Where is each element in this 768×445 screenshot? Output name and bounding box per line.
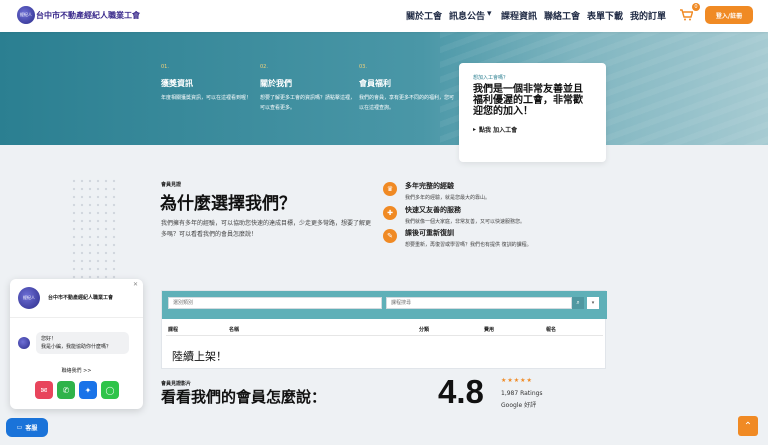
search-bar: ⌕ ▾ — [162, 291, 607, 319]
google-reviews-label: Google 好評 — [501, 402, 537, 409]
reason-title: 多年完整的經驗 — [405, 182, 454, 190]
phone-icon[interactable]: ✆ — [57, 381, 75, 399]
line-icon[interactable]: ◯ — [101, 381, 119, 399]
back-to-top-icon[interactable]: ⌃ — [738, 416, 758, 436]
logo[interactable]: 經紀人 — [17, 6, 35, 24]
email-icon[interactable]: ✉ — [35, 381, 53, 399]
nav-label: 關於工會 — [406, 12, 443, 22]
rating-score: 4.8 — [438, 373, 484, 410]
nav-item-news[interactable]: 訊息公告 ▾ — [449, 9, 492, 22]
join-union-card: 想加入工會嗎？ 我們是一個非常友善並且福利優渥的工會，非常歡迎您的加入！ ▸ 點… — [459, 63, 606, 162]
nav-label: 表單下載 — [587, 12, 624, 22]
feature-title: 獲獎資訊 — [161, 79, 193, 88]
chat-icon: ▭ — [16, 424, 23, 431]
reason-desc: 想要重新，再復習或學習嗎？我們也有提供 復訓的課程。 — [405, 242, 532, 248]
course-search-panel: ⌕ ▾ 課程 名稱 分類 費用 報名 陸續上架！ — [161, 290, 607, 369]
column-header: 課程 — [168, 327, 179, 333]
contact-icons: ✉ ✆ ✦ ◯ — [35, 381, 119, 399]
contact-us-link[interactable]: 聯絡我們 >> — [10, 367, 143, 374]
greeting-line: 我是小編，我能協助你什麼嗎？ — [41, 344, 112, 350]
table-header: 課程 名稱 分類 費用 報名 — [162, 324, 607, 334]
divider — [10, 317, 143, 318]
reason-title: 課後可重新復訓 — [405, 229, 454, 237]
reason-desc: 我們多年的經驗，就是您最大的靠山。 — [405, 195, 491, 201]
join-link[interactable]: ▸ 點我 加入工會 — [473, 125, 592, 134]
cart-icon-svg — [680, 9, 694, 21]
reviews-title: 看看我們的會員怎麼說： — [161, 388, 327, 406]
chevron-down-icon[interactable]: ▾ — [587, 297, 599, 309]
dot-pattern-decoration — [70, 177, 116, 281]
cart-icon[interactable] — [680, 9, 694, 24]
feature-awards[interactable]: 01. 獲獎資訊 年度相關獲獎資訊，可以在這裡看到喔！ — [161, 64, 256, 103]
column-header: 名稱 — [229, 327, 240, 333]
site-header: 經紀人 台中市不動產經紀人職業工會 關於工會 訊息公告 ▾ 課程資訊 聯絡工會 表… — [0, 0, 768, 32]
nav-label: 聯絡工會 — [544, 12, 581, 22]
nav-item-forms[interactable]: 表單下載 — [587, 9, 623, 22]
join-title: 我們是一個非常友善並且福利優渥的工會，非常歡迎您的加入！ — [473, 84, 583, 117]
feature-desc: 年度相關獲獎資訊，可以在這裡看到喔！ — [161, 95, 252, 101]
feature-about[interactable]: 02. 關於我們 想要了解更多工會的資訊嗎？請點擊這裡，可以查看更多。 — [260, 64, 355, 113]
cart-count-badge: 0 — [692, 3, 700, 11]
divider — [166, 335, 603, 336]
avatar — [18, 337, 30, 349]
close-icon[interactable]: ✕ — [133, 281, 138, 288]
empty-message: 陸續上架！ — [172, 350, 227, 363]
logo-text: 經紀人 — [20, 12, 32, 17]
feature-desc: 我們的會員，享有更多不同的的福利，您可以在這裡查詢。 — [359, 95, 455, 111]
chat-widget: ✕ 經紀人 台中市不動產經紀人職業工會 您好！ 我是小編，我能協助你什麼嗎？ 聯… — [10, 279, 143, 409]
nav-label: 我的訂單 — [630, 12, 667, 22]
join-subtitle: 想加入工會嗎？ — [473, 75, 509, 81]
chevron-down-icon: ▾ — [487, 9, 492, 19]
join-link-label: 點我 加入工會 — [479, 127, 518, 134]
avatar-text: 經紀人 — [23, 295, 35, 300]
nav-item-contact[interactable]: 聯絡工會 — [544, 9, 580, 22]
feature-number: 02. — [260, 64, 268, 70]
course-search-input[interactable] — [386, 297, 572, 309]
reason-desc: 我們就像一個大家庭，非常友善，又可以快速服務您。 — [405, 219, 526, 225]
feature-number: 03. — [359, 64, 367, 70]
chat-org-name: 台中市不動產經紀人職業工會 — [48, 295, 114, 301]
service-icon: ✚ — [383, 206, 397, 220]
feature-title: 關於我們 — [260, 79, 292, 88]
brand-name[interactable]: 台中市不動產經紀人職業工會 — [36, 10, 140, 21]
customer-service-button[interactable]: ▭ 客服 — [6, 418, 48, 437]
category-select[interactable] — [168, 297, 382, 309]
greeting-line: 您好！ — [41, 336, 57, 342]
column-header: 費用 — [484, 327, 495, 333]
feature-number: 01. — [161, 64, 169, 70]
feature-title: 會員福利 — [359, 79, 391, 88]
feature-benefits[interactable]: 03. 會員福利 我們的會員，享有更多不同的的福利，您可以在這裡查詢。 — [359, 64, 454, 113]
feature-desc: 想要了解更多工會的資訊嗎？請點擊這裡，可以查看更多。 — [260, 95, 356, 111]
ratings-count: 1,987 Ratings — [501, 390, 543, 397]
column-header: 報名 — [546, 327, 557, 333]
cs-label: 客服 — [25, 425, 38, 432]
login-register-button[interactable]: 登入/註冊 — [705, 6, 753, 24]
search-icon[interactable]: ⌕ — [572, 297, 584, 309]
play-arrow-icon: ▸ — [473, 126, 477, 133]
nav-item-about[interactable]: 關於工會 — [406, 9, 442, 22]
nav-label: 課程資訊 — [501, 12, 538, 22]
nav-item-courses[interactable]: 課程資訊 — [501, 9, 537, 22]
reason-title: 快速又友善的服務 — [405, 206, 461, 214]
nav-label: 訊息公告 — [449, 12, 486, 22]
why-title: 為什麼選擇我們？ — [160, 194, 296, 214]
avatar: 經紀人 — [18, 287, 40, 309]
crown-icon: ♛ — [383, 182, 397, 196]
star-rating: ★★★★★ — [501, 377, 533, 384]
messenger-icon[interactable]: ✦ — [79, 381, 97, 399]
nav-item-orders[interactable]: 我的訂單 — [630, 9, 666, 22]
chat-greeting-bubble: 您好！ 我是小編，我能協助你什麼嗎？ — [36, 332, 129, 354]
review-icon: ✎ — [383, 229, 397, 243]
column-header: 分類 — [419, 327, 430, 333]
why-subtitle: 會員見證 — [161, 182, 182, 188]
why-description: 我們擁有多年的經驗，可以協助您快速的達成目標，少走更多彎路，想要了解更多嗎？可以… — [161, 220, 372, 238]
